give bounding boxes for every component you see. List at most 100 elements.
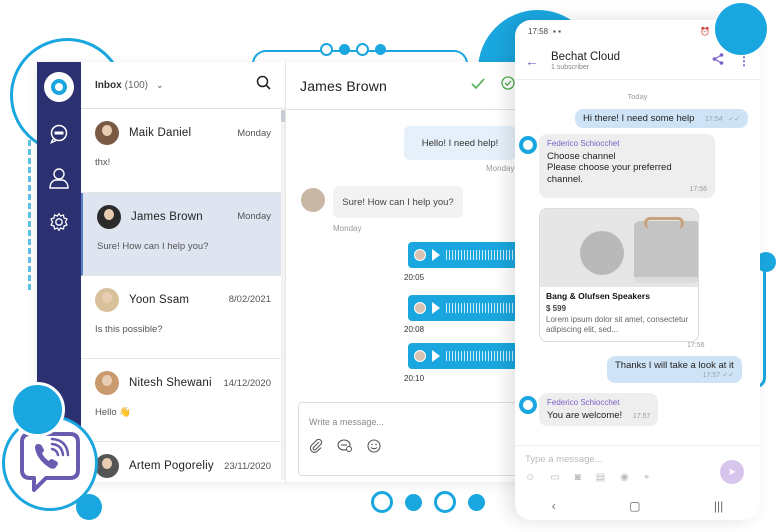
decorative-dots-bottom [371,491,485,513]
attachment-icon[interactable] [309,438,323,458]
check-icon[interactable] [471,77,485,95]
nav-recents-icon[interactable]: ||| [714,499,723,513]
nav-home-icon[interactable]: ▢ [629,499,640,513]
logo-icon[interactable] [44,72,74,102]
location-icon[interactable]: ⌖ [644,472,650,483]
android-nav-bar: ‹ ▢ ||| [515,492,760,520]
message-input[interactable]: Write a message... [309,417,517,427]
day-separator: Today [627,92,648,101]
avatar [414,249,426,261]
phone-message-outgoing: Hi there! I need some help 17:54 ✓✓ [575,109,748,128]
conversation-name: Artem Pogoreliy [129,460,214,473]
conversation-item-active[interactable]: James Brown Monday Sure! How can I help … [81,192,285,276]
read-receipt-icon: ✓✓ [722,372,734,379]
conversation-item[interactable]: Nitesh Shewani 14/12/2020 Hello 👋 [81,359,285,443]
emoji-icon[interactable] [367,439,381,458]
play-icon[interactable] [432,302,440,314]
decorative-line [763,262,766,380]
decorative-dots-top [320,43,386,56]
message-time: 17:56 [689,185,707,193]
message-time: 17:57 [702,372,721,379]
phone-message-outgoing: Thanks I will take a look at it 17:57 ✓✓ [607,356,742,383]
avatar [95,287,119,312]
message-text: Please choose your preferred channel. [547,162,672,185]
avatar [414,350,426,362]
conversation-date: 8/02/2021 [228,294,271,306]
message-text: Hi there! I need some help [583,113,695,124]
product-title: Bang & Olufsen Speakers [546,291,650,301]
gallery-icon[interactable]: ▭ [550,472,559,483]
chat-icon[interactable] [47,122,71,146]
avatar [301,188,325,212]
inbox-title[interactable]: Inbox [95,80,122,91]
send-button[interactable]: ➤ [720,460,744,484]
resolve-icon[interactable] [501,76,515,95]
phone-composer[interactable]: Type a message... ☺ ▭ ◙ ▤ ◉ ⌖ ➤ [515,445,760,493]
message-time: 17:54 [705,116,723,123]
avatar [95,121,119,146]
avatar [97,204,121,229]
conversation-item[interactable]: Yoon Ssam 8/02/2021 Is this possible? [81,276,285,360]
voice-message[interactable] [408,295,528,321]
avatar [414,302,426,314]
message-time: 20:08 [404,325,425,334]
voice-message[interactable] [408,343,528,369]
avatar [95,371,119,396]
message-time: 20:10 [404,374,425,383]
chevron-down-icon[interactable]: ⌄ [156,80,164,91]
user-icon[interactable] [47,166,71,190]
scrollbar[interactable] [281,110,285,480]
conversation-name: James Brown [131,210,203,223]
sender-name: Federico Schiocchet [547,398,620,407]
conversation-preview: Is this possible? [95,323,163,335]
camera-icon[interactable]: ◙ [575,472,581,483]
conversation-name: Maik Daniel [129,127,192,140]
conversation-date: 23/11/2020 [224,460,271,472]
contact-icon[interactable]: ◉ [620,472,629,483]
message-text: Thanks I will take a look at it [615,360,734,371]
product-description: Lorem ipsum dolor sit amet, consectetur … [546,315,689,334]
gear-icon[interactable] [47,210,71,234]
chat-title: James Brown [300,77,388,94]
conversation-date: Monday [237,211,271,223]
conversation-preview: Sure! How can I help you? [97,240,209,252]
inbox-panel: Inbox (100) ⌄ Maik Daniel Monday thx! Ja… [81,62,286,482]
back-arrow-icon[interactable]: ← [525,53,539,69]
conversation-date: 14/12/2020 [223,377,271,389]
conversation-preview: thx! [95,157,111,169]
status-time: 17:58 [528,26,549,36]
search-icon[interactable] [256,75,271,95]
product-image [540,209,698,287]
phone-mockup: 17:58 ▪ ▪ ⏰ ✕ ▮ ◔ ← Bechat Cloud 1 subsc… [515,20,760,520]
sticker-icon[interactable]: ☺ [525,472,535,483]
message-time: Monday [333,224,362,233]
avatar [95,454,119,479]
subscriber-count: 1 subscriber [551,63,590,71]
conversation-preview: Hello 👋 [95,407,132,419]
conversation-item[interactable]: Maik Daniel Monday thx! [81,109,285,193]
phone-message-input[interactable]: Type a message... [525,454,750,465]
more-menu-icon[interactable]: ⋮ [738,54,750,68]
voice-message[interactable] [408,242,528,268]
message-time: 17:57 [632,413,651,420]
desktop-app-window: Inbox (100) ⌄ Maik Daniel Monday thx! Ja… [37,62,557,482]
play-icon[interactable] [432,350,440,362]
sender-name: Federico Schiocchet [547,139,620,148]
message-text: You are welcome! [547,410,623,421]
product-card[interactable]: Bang & Olufsen Speakers $ 599 Lorem ipsu… [539,208,699,342]
bot-avatar [519,136,537,154]
phone-message-incoming: Federico Schiocchet You are welcome! 17:… [539,393,659,426]
decorative-circle [715,3,767,55]
channel-name: Bechat Cloud [551,50,621,63]
message-composer[interactable]: Write a message... [298,402,528,476]
inbox-count: (100) [124,79,149,91]
conversation-item[interactable]: Artem Pogoreliy 23/11/2020 [81,442,285,482]
quick-reply-icon[interactable] [337,439,353,458]
nav-back-icon[interactable]: ‹ [552,499,556,513]
file-icon[interactable]: ▤ [596,472,605,483]
message-time: Monday [486,164,515,173]
product-price: $ 599 [546,304,567,313]
share-icon[interactable] [712,52,724,70]
play-icon[interactable] [432,249,440,261]
inbox-header: Inbox (100) ⌄ [81,62,285,110]
